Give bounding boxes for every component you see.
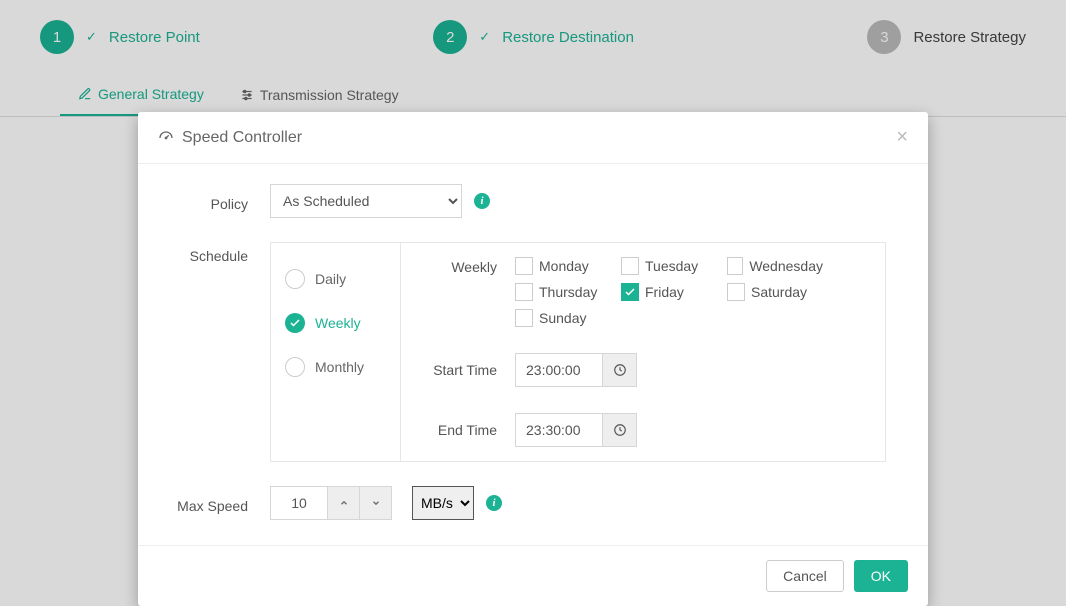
modal-title-text: Speed Controller [182, 129, 302, 147]
day-saturday[interactable]: Saturday [727, 283, 823, 301]
policy-row: Policy As Scheduled i [164, 184, 902, 218]
period-weekly[interactable]: Weekly [271, 301, 400, 345]
schedule-details: Weekly Monday Tuesday [401, 243, 885, 461]
day-tuesday[interactable]: Tuesday [621, 257, 717, 275]
checkbox-unchecked-icon [621, 257, 639, 275]
day-label: Tuesday [645, 258, 698, 274]
radio-checked-icon [285, 313, 305, 333]
period-label: Monthly [315, 359, 364, 375]
policy-select[interactable]: As Scheduled [270, 184, 462, 218]
cancel-button[interactable]: Cancel [766, 560, 844, 592]
day-thursday[interactable]: Thursday [515, 283, 611, 301]
checkbox-unchecked-icon [727, 257, 743, 275]
start-time-label: Start Time [419, 362, 515, 378]
max-speed-spinner [270, 486, 392, 520]
modal-header: Speed Controller × [138, 112, 928, 164]
clock-icon [613, 363, 627, 377]
day-label: Monday [539, 258, 589, 274]
end-time-row: End Time [419, 413, 867, 447]
schedule-row: Schedule Daily Weekly [164, 242, 902, 462]
speed-unit-select[interactable]: MB/s [412, 486, 474, 520]
clock-icon [613, 423, 627, 437]
chevron-down-icon [371, 498, 381, 508]
max-speed-input[interactable] [270, 486, 328, 520]
schedule-label: Schedule [164, 242, 270, 264]
day-label: Thursday [539, 284, 597, 300]
period-list: Daily Weekly Monthly [271, 243, 401, 461]
days-grid: Monday Tuesday Wednesday [515, 257, 835, 327]
day-label: Wednesday [749, 258, 823, 274]
checkbox-unchecked-icon [515, 257, 533, 275]
period-daily[interactable]: Daily [271, 257, 400, 301]
start-time-input[interactable] [515, 353, 603, 387]
info-icon[interactable]: i [474, 193, 490, 209]
start-time-row: Start Time [419, 353, 867, 387]
checkbox-unchecked-icon [727, 283, 745, 301]
period-label: Daily [315, 271, 346, 287]
speed-controller-modal: Speed Controller × Policy As Scheduled i… [138, 112, 928, 606]
checkbox-checked-icon [621, 283, 639, 301]
schedule-panel: Daily Weekly Monthly [270, 242, 886, 462]
day-label: Saturday [751, 284, 807, 300]
day-wednesday[interactable]: Wednesday [727, 257, 823, 275]
modal-title: Speed Controller [158, 129, 302, 147]
start-time-picker-button[interactable] [603, 353, 637, 387]
max-speed-label: Max Speed [164, 492, 270, 514]
day-friday[interactable]: Friday [621, 283, 717, 301]
checkbox-unchecked-icon [515, 309, 533, 327]
spinner-down-button[interactable] [360, 486, 392, 520]
modal-body: Policy As Scheduled i Schedule [138, 164, 928, 545]
period-label: Weekly [315, 315, 361, 331]
radio-unchecked-icon [285, 357, 305, 377]
end-time-label: End Time [419, 422, 515, 438]
gauge-icon [158, 130, 174, 146]
spinner-up-button[interactable] [328, 486, 360, 520]
weekly-label: Weekly [419, 257, 515, 275]
period-monthly[interactable]: Monthly [271, 345, 400, 389]
day-label: Friday [645, 284, 684, 300]
radio-unchecked-icon [285, 269, 305, 289]
max-speed-row: Max Speed MB/s i [164, 486, 902, 520]
ok-button[interactable]: OK [854, 560, 908, 592]
end-time-picker-button[interactable] [603, 413, 637, 447]
checkbox-unchecked-icon [515, 283, 533, 301]
day-label: Sunday [539, 310, 586, 326]
close-icon[interactable]: × [896, 126, 908, 149]
day-sunday[interactable]: Sunday [515, 309, 611, 327]
modal-overlay: Speed Controller × Policy As Scheduled i… [0, 0, 1066, 606]
weekly-days-row: Weekly Monday Tuesday [419, 257, 867, 327]
policy-label: Policy [164, 190, 270, 212]
modal-footer: Cancel OK [138, 545, 928, 606]
chevron-up-icon [339, 498, 349, 508]
info-icon[interactable]: i [486, 495, 502, 511]
end-time-input[interactable] [515, 413, 603, 447]
day-monday[interactable]: Monday [515, 257, 611, 275]
